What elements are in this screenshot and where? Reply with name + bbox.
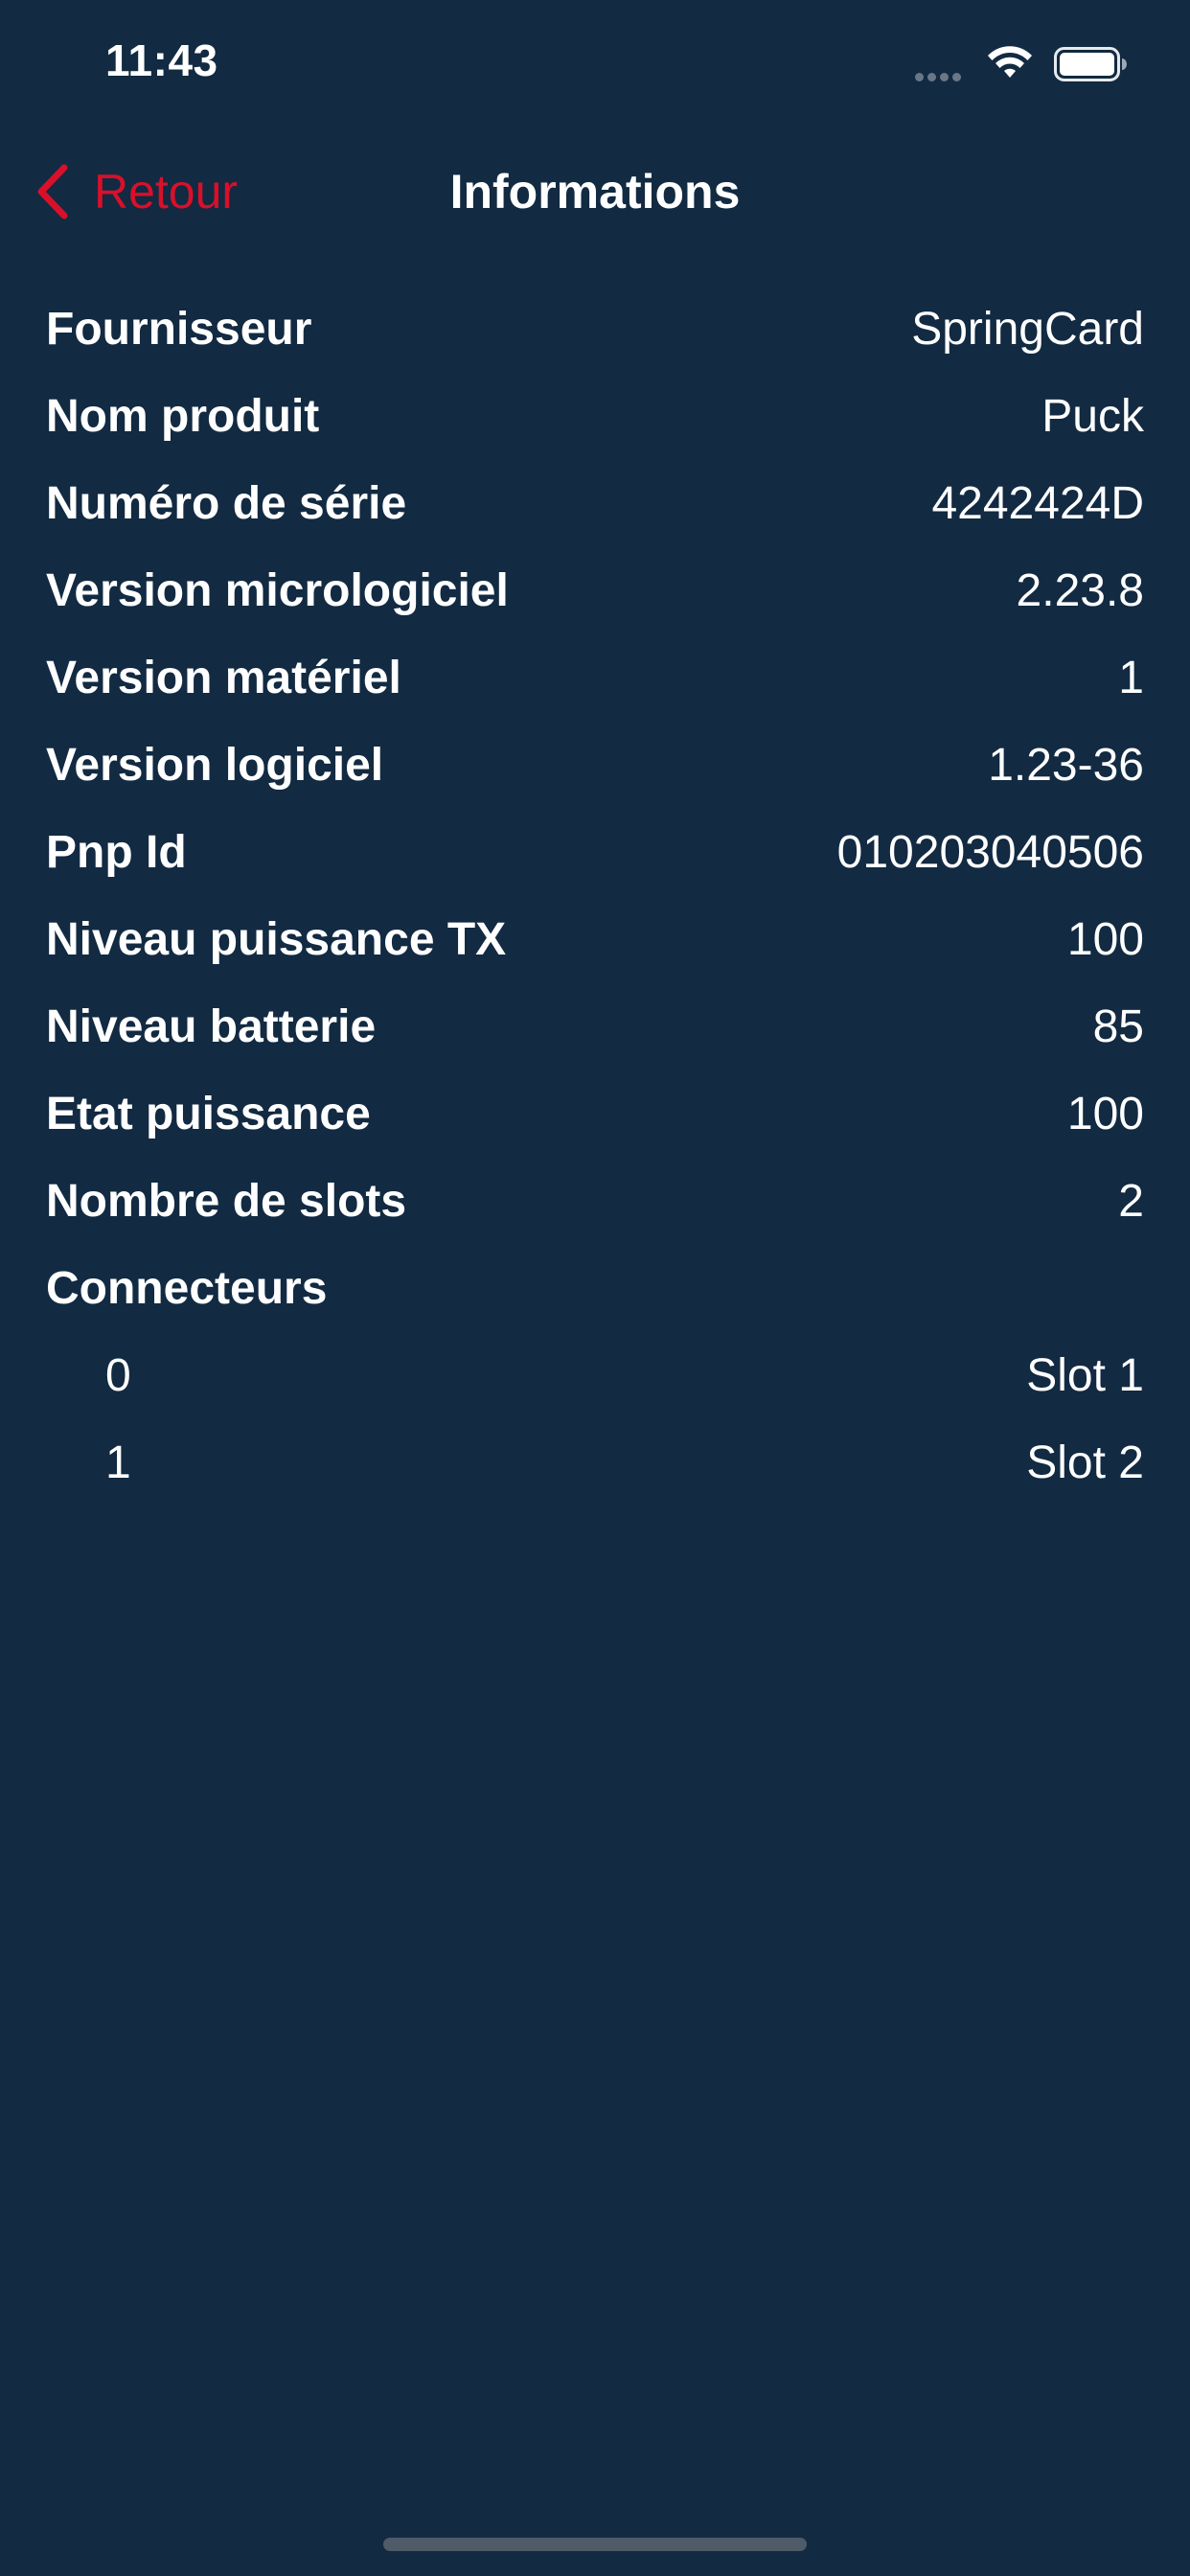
info-label: Niveau puissance TX bbox=[46, 914, 507, 965]
home-indicator[interactable] bbox=[383, 2538, 807, 2551]
status-bar: 11:43 bbox=[0, 0, 1190, 125]
info-row-numero-serie: Numéro de série 4242424D bbox=[46, 460, 1144, 547]
info-row-pnp-id: Pnp Id 010203040506 bbox=[46, 809, 1144, 896]
info-label: Version matériel bbox=[46, 653, 401, 703]
connectors-header: Connecteurs bbox=[46, 1245, 1144, 1332]
info-value: Puck bbox=[1041, 391, 1144, 442]
info-value: 1.23-36 bbox=[988, 740, 1144, 791]
connector-index: 0 bbox=[105, 1350, 131, 1401]
info-value: SpringCard bbox=[911, 304, 1144, 355]
connector-name: Slot 1 bbox=[1026, 1350, 1144, 1401]
connector-row: 1 Slot 2 bbox=[46, 1419, 1144, 1506]
info-label: Fournisseur bbox=[46, 304, 312, 355]
info-row-nom-produit: Nom produit Puck bbox=[46, 373, 1144, 460]
info-label: Nombre de slots bbox=[46, 1176, 407, 1227]
info-label: Nom produit bbox=[46, 391, 320, 442]
info-value: 010203040506 bbox=[836, 827, 1144, 878]
info-row-etat-puissance: Etat puissance 100 bbox=[46, 1070, 1144, 1158]
connectors-label: Connecteurs bbox=[46, 1263, 328, 1314]
info-value: 4242424D bbox=[931, 478, 1144, 529]
info-label: Numéro de série bbox=[46, 478, 407, 529]
info-row-nombre-slots: Nombre de slots 2 bbox=[46, 1158, 1144, 1245]
info-value: 100 bbox=[1066, 1089, 1144, 1139]
info-row-fournisseur: Fournisseur SpringCard bbox=[46, 286, 1144, 373]
info-label: Etat puissance bbox=[46, 1089, 371, 1139]
battery-icon bbox=[1054, 47, 1127, 81]
info-label: Pnp Id bbox=[46, 827, 187, 878]
connector-row: 0 Slot 1 bbox=[46, 1332, 1144, 1419]
navigation-bar: Retour Informations bbox=[0, 144, 1190, 240]
info-label: Version micrologiciel bbox=[46, 565, 509, 616]
info-label: Version logiciel bbox=[46, 740, 384, 791]
info-row-version-micrologiciel: Version micrologiciel 2.23.8 bbox=[46, 547, 1144, 634]
info-value: 100 bbox=[1066, 914, 1144, 965]
info-row-version-materiel: Version matériel 1 bbox=[46, 634, 1144, 722]
page-title: Informations bbox=[449, 165, 741, 218]
status-time: 11:43 bbox=[105, 35, 218, 85]
info-value: 1 bbox=[1118, 653, 1144, 703]
info-value: 2 bbox=[1118, 1176, 1144, 1227]
info-list: Fournisseur SpringCard Nom produit Puck … bbox=[46, 286, 1144, 1506]
signal-dots-icon bbox=[915, 69, 965, 86]
info-value: 2.23.8 bbox=[1016, 565, 1144, 616]
info-label: Niveau batterie bbox=[46, 1001, 377, 1052]
info-row-version-logiciel: Version logiciel 1.23-36 bbox=[46, 722, 1144, 809]
info-row-niveau-puissance-tx: Niveau puissance TX 100 bbox=[46, 896, 1144, 983]
info-row-niveau-batterie: Niveau batterie 85 bbox=[46, 983, 1144, 1070]
wifi-icon bbox=[988, 46, 1032, 78]
connector-name: Slot 2 bbox=[1026, 1438, 1144, 1488]
info-value: 85 bbox=[1092, 1001, 1144, 1052]
connector-index: 1 bbox=[105, 1438, 131, 1488]
